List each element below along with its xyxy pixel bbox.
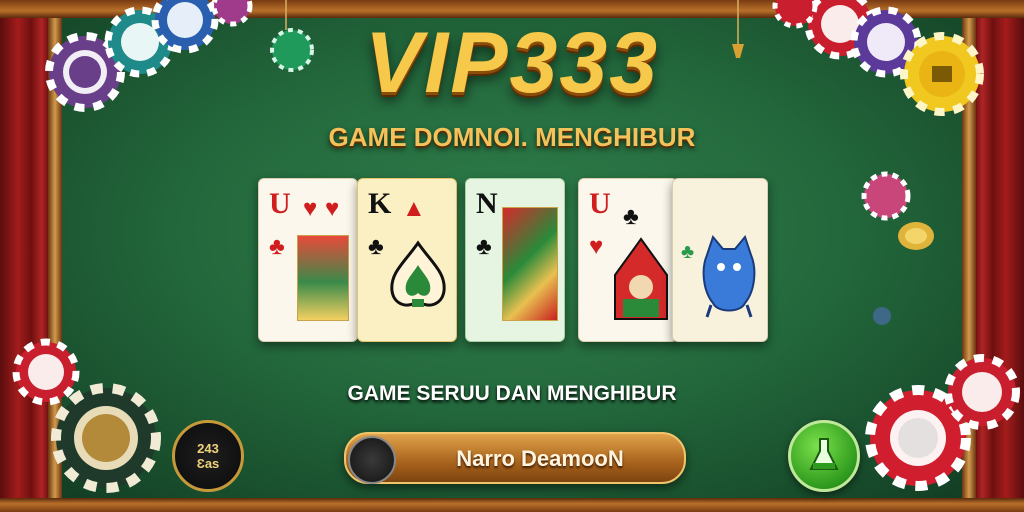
- club-icon: ♣: [681, 241, 695, 263]
- club-icon: ♣: [623, 203, 639, 230]
- game-title: VIP333: [364, 15, 660, 111]
- game-subtitle: GAME DOMNOI. MENGHIBUR: [328, 122, 696, 152]
- card-rank: U: [589, 187, 611, 220]
- club-icon: ♣: [476, 233, 492, 260]
- card-rank: K: [368, 187, 392, 220]
- playing-card[interactable]: U ♥ ♥ ♣: [258, 178, 358, 342]
- badge-line2: Ɛas: [196, 456, 220, 471]
- face-card-art: [614, 237, 668, 320]
- playing-card[interactable]: U ♣ ♥: [578, 178, 678, 342]
- chip-knob-icon: [348, 436, 396, 484]
- tagline-text: GAME SERUU DAN MENGHIBUR: [347, 382, 677, 405]
- face-card-art: [502, 207, 558, 321]
- spade-emblem-icon: [390, 240, 446, 307]
- playing-card[interactable]: K ▲ ♣: [357, 178, 457, 342]
- flask-icon: [809, 438, 839, 470]
- score-badge[interactable]: 243 Ɛas: [172, 420, 244, 492]
- heart-icon: ♥: [325, 195, 340, 222]
- playing-card[interactable]: N ♣: [465, 178, 565, 342]
- play-button[interactable]: [788, 420, 860, 492]
- card-rank: N: [476, 187, 498, 220]
- badge-line1: 243: [197, 441, 219, 456]
- club-icon: ♣: [269, 233, 285, 260]
- face-card-art: [297, 235, 349, 321]
- chip-icon: [898, 222, 934, 250]
- game-lobby-screen: VIP333 GAME DOMNOI. MENGHIBUR U ♥ ♥ ♣ K …: [0, 0, 1024, 512]
- heart-icon: ♥: [589, 233, 604, 260]
- chip-icon: [861, 171, 911, 221]
- triangle-icon: ▲: [402, 195, 426, 222]
- card-rank: U: [269, 187, 291, 220]
- cat-illustration-icon: [702, 235, 756, 318]
- playing-card[interactable]: ♣: [672, 178, 768, 342]
- club-icon: ♣: [368, 233, 384, 260]
- chip-icon: [873, 307, 891, 325]
- player-name: Narro DeamooN: [456, 446, 624, 471]
- player-name-bar[interactable]: Narro DeamooN: [344, 432, 686, 484]
- heart-icon: ♥: [303, 195, 318, 222]
